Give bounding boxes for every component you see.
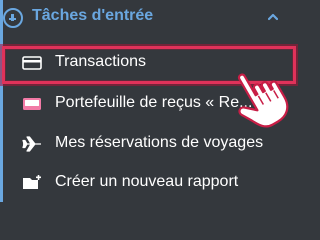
credit-card-icon [22,56,42,70]
section-title: Tâches d'entrée [32,7,154,24]
menu-item-label: Mes réservations de voyages [55,134,264,151]
receipt-wallet-icon [23,98,41,110]
menu-item-label: Créer un nouveau rapport [55,173,239,190]
menu-item-label: Transactions [55,53,146,70]
menu-item-my-trip-bookings[interactable]: Mes réservations de voyages [0,126,300,162]
menu-item-transactions[interactable]: Transactions [0,45,300,81]
menu-item-create-new-report[interactable]: Créer un nouveau rapport [0,165,300,201]
menu-item-label: Portefeuille de reçus « Re... [55,94,253,111]
chevron-up-icon[interactable] [268,12,278,22]
airplane-icon [22,136,41,152]
section-header-input-tasks[interactable]: Tâches d'entrée [0,0,300,42]
plus-circle-icon [3,8,23,28]
add-report-icon [23,175,41,189]
input-tasks-panel: Tâches d'entrée Transactions Portefeuill… [0,0,300,202]
menu-item-receipt-portfolio[interactable]: Portefeuille de reçus « Re... [0,86,300,122]
